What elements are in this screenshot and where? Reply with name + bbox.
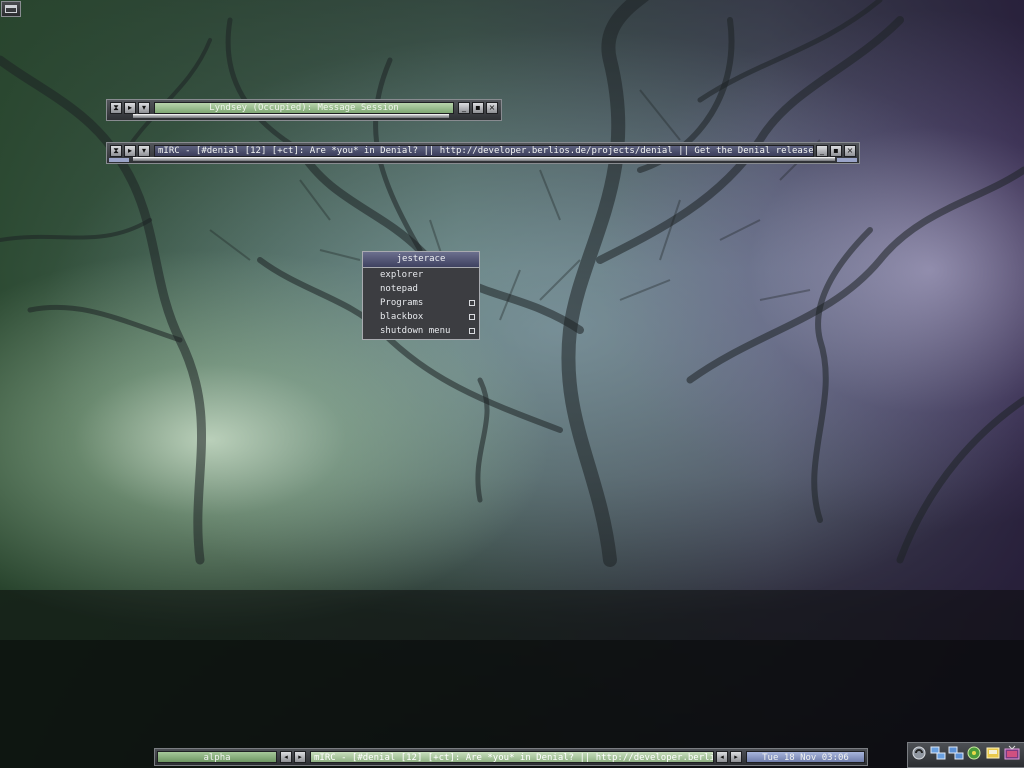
menu-item-label: explorer bbox=[380, 270, 424, 280]
task-next-icon[interactable]: ▸ bbox=[730, 751, 742, 763]
raise-icon[interactable]: ▸ bbox=[124, 102, 136, 114]
shade-icon[interactable]: ▾ bbox=[138, 102, 150, 114]
menu-item-programs[interactable]: Programs bbox=[363, 296, 479, 310]
submenu-icon bbox=[469, 300, 475, 306]
network-icon[interactable] bbox=[930, 745, 946, 761]
stick-icon[interactable]: ⧗ bbox=[110, 145, 122, 157]
menu-item-label: notepad bbox=[380, 284, 418, 294]
workspace-next-icon[interactable]: ▸ bbox=[294, 751, 306, 763]
menu-item-label: blackbox bbox=[380, 312, 424, 322]
maximize-icon[interactable]: ▪ bbox=[830, 145, 842, 157]
root-menu: jesterace explorer notepad Programs blac… bbox=[362, 251, 480, 340]
close-icon[interactable]: × bbox=[844, 145, 856, 157]
task-prev-icon[interactable]: ◂ bbox=[716, 751, 728, 763]
submenu-icon bbox=[469, 314, 475, 320]
submenu-icon bbox=[469, 328, 475, 334]
menu-title: jesterace bbox=[363, 252, 479, 268]
network-icon[interactable] bbox=[966, 745, 982, 761]
window-icon bbox=[5, 5, 17, 13]
shade-icon[interactable]: ▾ bbox=[138, 145, 150, 157]
volume-icon[interactable] bbox=[911, 745, 927, 761]
messenger-icon[interactable] bbox=[985, 745, 1001, 761]
raise-icon[interactable]: ▸ bbox=[124, 145, 136, 157]
network-icon[interactable] bbox=[948, 745, 964, 761]
menu-item-blackbox[interactable]: blackbox bbox=[363, 310, 479, 324]
window-handle[interactable] bbox=[133, 157, 835, 161]
clock: Tue 18 Nov 03:06 bbox=[746, 751, 865, 763]
window-handle[interactable] bbox=[133, 114, 449, 118]
resize-grip-left[interactable] bbox=[109, 158, 129, 162]
window-title[interactable]: Lyndsey (Occupied): Message Session bbox=[154, 102, 454, 114]
menu-item-shutdown[interactable]: shutdown menu bbox=[363, 324, 479, 338]
maximize-icon[interactable]: ▪ bbox=[472, 102, 484, 114]
window-message-session[interactable]: ⧗ ▸ ▾ Lyndsey (Occupied): Message Sessio… bbox=[106, 99, 502, 121]
stick-icon[interactable]: ⧗ bbox=[110, 102, 122, 114]
workspace-label[interactable]: alpha bbox=[157, 751, 277, 763]
menu-item-notepad[interactable]: notepad bbox=[363, 282, 479, 296]
close-icon[interactable]: × bbox=[486, 102, 498, 114]
menu-item-label: Programs bbox=[380, 298, 424, 308]
window-mirc[interactable]: ⧗ ▸ ▾ mIRC - [#denial [12] [+ct]: Are *y… bbox=[106, 142, 860, 164]
minimize-icon[interactable]: _ bbox=[458, 102, 470, 114]
tv-icon[interactable] bbox=[1004, 745, 1020, 761]
menu-item-explorer[interactable]: explorer bbox=[363, 268, 479, 282]
window-title[interactable]: mIRC - [#denial [12] [+ct]: Are *you* in… bbox=[154, 145, 814, 157]
window-list-button[interactable] bbox=[1, 1, 21, 17]
workspace-prev-icon[interactable]: ◂ bbox=[280, 751, 292, 763]
resize-grip-right[interactable] bbox=[837, 158, 857, 162]
menu-item-label: shutdown menu bbox=[380, 326, 451, 336]
toolbar: alpha ◂ ▸ mIRC - [#denial [12] [+ct]: Ar… bbox=[154, 748, 868, 766]
minimize-icon[interactable]: _ bbox=[816, 145, 828, 157]
task-label[interactable]: mIRC - [#denial [12] [+ct]: Are *you* in… bbox=[310, 751, 714, 763]
